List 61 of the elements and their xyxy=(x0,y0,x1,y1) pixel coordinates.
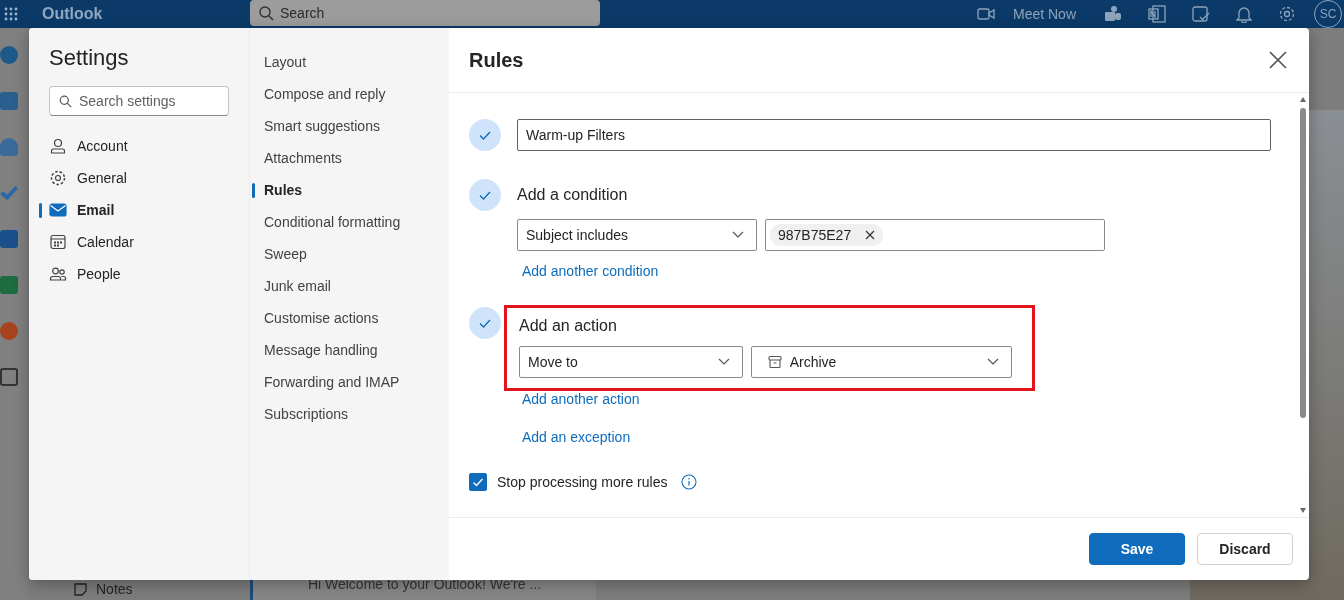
scrollbar-thumb[interactable] xyxy=(1300,108,1306,418)
email-settings-menu-item[interactable]: Layout xyxy=(252,46,307,78)
checkbox[interactable] xyxy=(469,473,487,491)
search-icon xyxy=(59,95,72,108)
person-icon xyxy=(49,137,67,155)
add-action-link[interactable]: Add another action xyxy=(522,391,640,407)
video-camera-icon[interactable] xyxy=(976,8,995,20)
app-launcher-icon[interactable] xyxy=(4,7,18,21)
bell-icon[interactable] xyxy=(1236,5,1252,23)
dialog-button[interactable]: Save xyxy=(1089,533,1185,565)
scroll-up-icon[interactable] xyxy=(1300,97,1306,102)
settings-category[interactable]: Calendar xyxy=(39,226,229,258)
settings-category[interactable]: Account xyxy=(39,130,229,162)
email-settings-menu-item[interactable]: Smart suggestions xyxy=(252,110,380,142)
email-settings-menu-item[interactable]: Sweep xyxy=(252,238,307,270)
rule-name-field[interactable]: Warm-up Filters xyxy=(517,119,1271,151)
search-field[interactable]: Search xyxy=(250,0,600,26)
envelope-icon xyxy=(49,201,67,219)
step-heading: Add a condition xyxy=(517,185,629,205)
settings-title: Settings xyxy=(49,44,130,72)
email-settings-menu-item[interactable]: Subscriptions xyxy=(252,398,349,430)
search-icon xyxy=(258,5,274,21)
checkbox-label: Stop processing more rules xyxy=(497,474,668,490)
chevron-down-icon xyxy=(987,358,999,366)
meet-now-button[interactable]: Meet Now xyxy=(1012,6,1076,22)
scroll-down-icon[interactable] xyxy=(1300,508,1306,513)
dialog-button[interactable]: Discard xyxy=(1197,533,1293,565)
remove-icon[interactable] xyxy=(865,230,876,240)
notes-item[interactable]: Notes xyxy=(96,581,133,597)
folder-dropdown[interactable]: Archive xyxy=(750,346,1012,378)
email-settings-menu-item[interactable]: Attachments xyxy=(252,142,342,174)
settings-category[interactable]: People xyxy=(39,258,229,290)
chevron-down-icon xyxy=(717,358,730,366)
archive-icon xyxy=(767,355,782,369)
settings-category[interactable]: General xyxy=(39,162,229,194)
notebook-icon[interactable] xyxy=(1148,5,1166,23)
task-icon[interactable] xyxy=(1192,5,1210,23)
close-icon[interactable] xyxy=(1269,51,1287,69)
condition-dropdown[interactable]: Subject includes xyxy=(517,219,757,251)
email-settings-menu-item[interactable]: Customise actions xyxy=(252,302,379,334)
settings-category[interactable]: Email xyxy=(39,194,229,226)
email-settings-menu-item[interactable]: Rules xyxy=(252,174,303,206)
keyword-chip: 987B75E27 xyxy=(770,224,884,246)
chevron-down-icon xyxy=(732,231,744,239)
settings-icon[interactable] xyxy=(1278,5,1296,23)
search-settings-field[interactable]: Search settings xyxy=(49,86,229,116)
add-exception-link[interactable]: Add an exception xyxy=(522,429,631,445)
email-settings-menu-item[interactable]: Compose and reply xyxy=(252,78,386,110)
email-settings-menu-item[interactable]: Junk email xyxy=(252,270,331,302)
step-heading: Add an action xyxy=(519,316,618,336)
app-name: Outlook xyxy=(42,5,104,23)
condition-value-field[interactable]: 987B75E27 xyxy=(765,219,1105,251)
gear-icon xyxy=(49,169,67,187)
info-icon[interactable] xyxy=(681,474,698,490)
email-settings-menu-item[interactable]: Conditional formatting xyxy=(252,206,401,238)
email-settings-menu-item[interactable]: Forwarding and IMAP xyxy=(252,366,400,398)
email-settings-menu-item[interactable]: Message handling xyxy=(252,334,378,366)
add-condition-link[interactable]: Add another condition xyxy=(522,263,659,279)
action-dropdown[interactable]: Move to xyxy=(519,346,743,378)
rules-title: Rules xyxy=(469,48,525,72)
note-icon xyxy=(73,581,88,597)
